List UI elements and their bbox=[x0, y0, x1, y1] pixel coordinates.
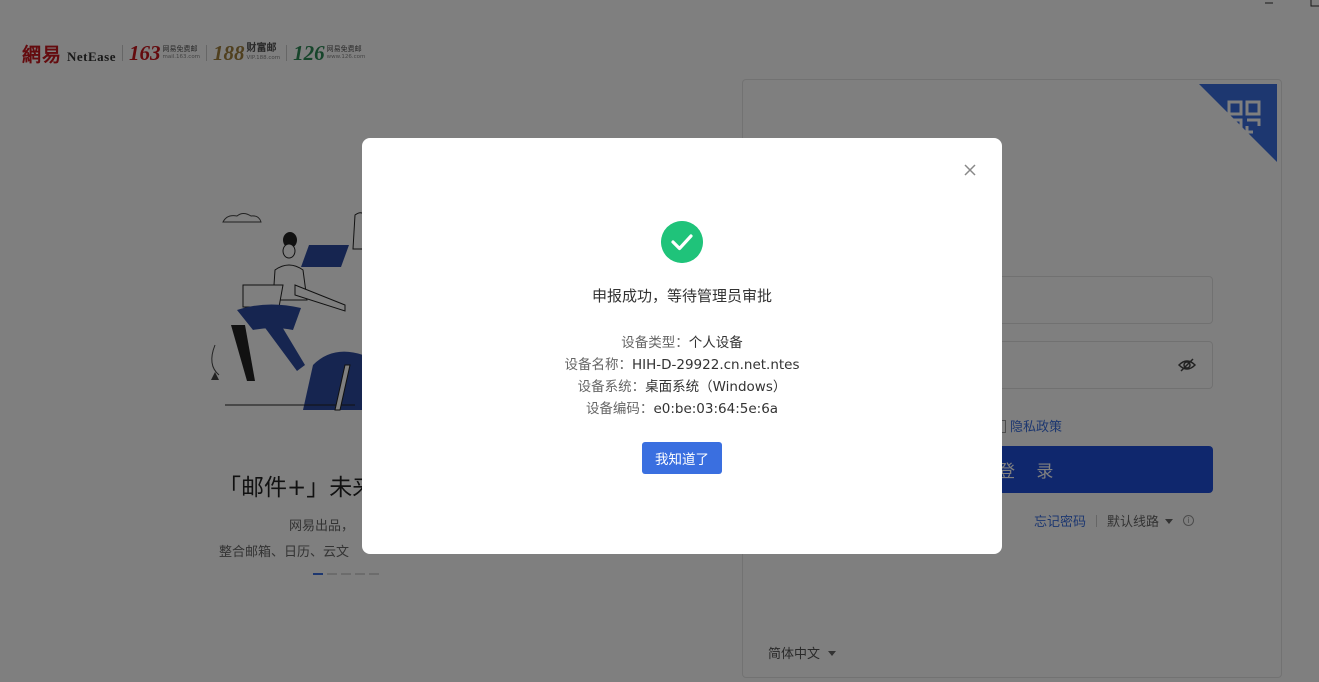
dialog-title: 申报成功，等待管理员审批 bbox=[591, 287, 772, 305]
got-it-button[interactable]: 我知道了 bbox=[642, 442, 722, 474]
device-type-row: 设备类型：个人设备 bbox=[362, 331, 1002, 351]
device-code-row: 设备编码：e0:be:03:64:5e:6a bbox=[362, 397, 1002, 417]
success-check-icon bbox=[661, 221, 703, 263]
approval-dialog: 申报成功，等待管理员审批 设备类型：个人设备 设备名称：HIH-D-29922.… bbox=[362, 138, 1002, 554]
device-os-value: 桌面系统（Windows） bbox=[645, 379, 787, 395]
device-os-label: 设备系统： bbox=[577, 379, 646, 395]
device-code-label: 设备编码： bbox=[585, 401, 654, 417]
close-icon[interactable] bbox=[962, 162, 978, 178]
device-type-label: 设备类型： bbox=[621, 335, 689, 351]
device-name-row: 设备名称：HIH-D-29922.cn.net.ntes bbox=[362, 353, 1002, 373]
device-name-label: 设备名称： bbox=[564, 357, 632, 373]
device-name-value: HIH-D-29922.cn.net.ntes bbox=[631, 357, 800, 373]
device-type-value: 个人设备 bbox=[688, 335, 743, 351]
device-os-row: 设备系统：桌面系统（Windows） bbox=[362, 375, 1002, 395]
device-code-value: e0:be:03:64:5e:6a bbox=[653, 401, 779, 417]
